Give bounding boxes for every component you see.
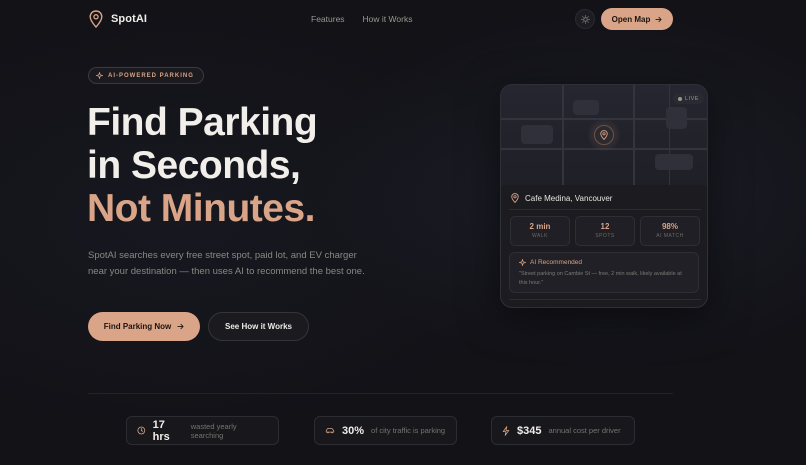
find-parking-button[interactable]: Find Parking Now: [88, 312, 200, 341]
map-road: [562, 85, 564, 185]
map-block: [666, 107, 687, 129]
stat-spots: 12 SPOTS: [575, 216, 635, 246]
card-divider: [509, 299, 701, 300]
pill-desc: annual cost per driver: [548, 426, 621, 435]
map-block: [573, 100, 599, 115]
open-map-label: Open Map: [611, 14, 651, 24]
nav-link-features[interactable]: Features: [311, 14, 345, 24]
stat-label: AI MATCH: [656, 233, 684, 239]
see-how-it-works-label: See How it Works: [225, 322, 292, 331]
card-divider: [509, 209, 701, 210]
nav-link-how-it-works[interactable]: How it Works: [363, 14, 413, 24]
location-name: Cafe Medina, Vancouver: [525, 193, 613, 203]
ai-recommendation: AI Recommended "Street parking on Cambie…: [509, 252, 699, 293]
pill-value: 17 hrs: [152, 418, 170, 443]
top-nav: SpotAI Features How it Works Open Map: [0, 0, 806, 38]
live-text: LIVE: [685, 95, 699, 102]
arrow-right-icon: [655, 16, 662, 22]
brand-name: SpotAI: [111, 13, 148, 25]
map-road: [669, 85, 670, 185]
map-road: [633, 85, 635, 185]
nav-links: Features How it Works: [311, 14, 412, 24]
map-pin-icon: [511, 193, 519, 203]
brand-logo[interactable]: SpotAI: [89, 10, 147, 28]
sun-icon: [580, 14, 590, 24]
stat-value: 12: [600, 222, 610, 231]
stat-pill-hours: 17 hrs wasted yearly searching: [126, 416, 279, 445]
map-pin-icon: [600, 130, 608, 140]
map-pin-icon: [89, 10, 103, 28]
headline-line-2: in Seconds,: [87, 144, 301, 187]
ai-powered-badge: AI-POWERED PARKING: [88, 67, 204, 84]
parking-preview-card: LIVE Cafe Medina, Vancouver 2 min WALK 1…: [500, 84, 708, 308]
pill-value: 30%: [342, 424, 365, 437]
stat-value: 2 min: [529, 222, 551, 231]
live-dot-icon: [678, 96, 682, 101]
map-block: [655, 154, 693, 170]
stat-value: 98%: [661, 222, 678, 231]
badge-text: AI-POWERED PARKING: [108, 72, 194, 79]
pill-desc: of city traffic is parking: [371, 426, 446, 435]
ai-title-row: AI Recommended: [519, 259, 582, 266]
headline-line-1: Find Parking: [87, 101, 318, 144]
ai-title: AI Recommended: [530, 259, 583, 266]
map-preview[interactable]: LIVE: [501, 85, 707, 185]
stat-label: SPOTS: [595, 233, 615, 239]
theme-toggle-button[interactable]: [575, 9, 595, 29]
headline-line-3: Not Minutes.: [87, 187, 315, 230]
stat-ai-match: 98% AI MATCH: [640, 216, 700, 246]
location-row: Cafe Medina, Vancouver: [511, 193, 612, 203]
arrow-right-icon: [177, 323, 184, 330]
section-divider: [88, 393, 673, 394]
stat-label: WALK: [532, 233, 548, 239]
clock-icon: [137, 426, 146, 435]
open-map-button[interactable]: Open Map: [601, 8, 673, 30]
stat-pill-cost: $345 annual cost per driver: [491, 416, 635, 445]
destination-pin[interactable]: [594, 125, 614, 145]
live-badge: LIVE: [673, 93, 704, 104]
find-parking-label: Find Parking Now: [103, 322, 172, 331]
hero-description: SpotAI searches every free street spot, …: [88, 250, 365, 277]
stat-pill-traffic: 30% of city traffic is parking: [314, 416, 457, 445]
ai-recommendation-text: "Street parking on Cambie St — free, 2 m…: [519, 271, 682, 286]
car-icon: [325, 428, 335, 434]
stat-walk: 2 min WALK: [510, 216, 570, 246]
pill-value: $345: [517, 424, 542, 437]
see-how-it-works-button[interactable]: See How it Works: [208, 312, 309, 341]
map-block: [521, 125, 553, 144]
bolt-icon: [502, 425, 510, 436]
hero-headline: Find Parking in Seconds, Not Minutes.: [87, 101, 318, 230]
sparkle-icon: [96, 72, 103, 79]
pill-desc: wasted yearly searching: [190, 421, 237, 440]
sparkle-icon: [519, 259, 526, 266]
